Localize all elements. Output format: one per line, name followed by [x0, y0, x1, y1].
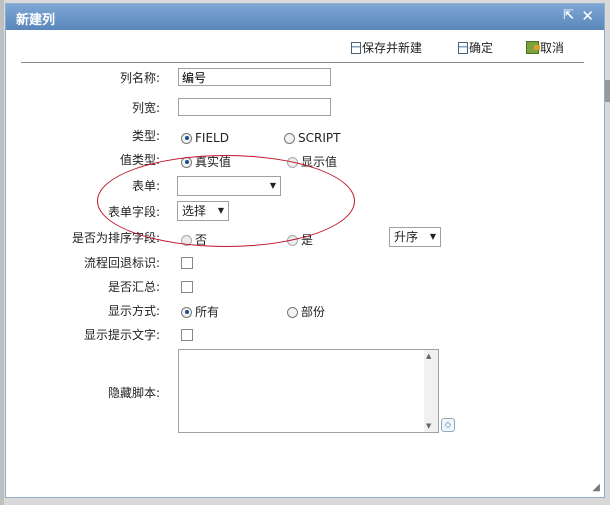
- form-label: 表单:: [131, 179, 160, 193]
- resize-grip-icon[interactable]: ◢: [592, 482, 600, 493]
- radio-button[interactable]: [284, 132, 295, 144]
- background-window-edge: [0, 0, 4, 505]
- scroll-down-icon[interactable]: ▼: [426, 422, 431, 430]
- toolbar-divider: [21, 62, 584, 63]
- type-option-field: FIELD: [195, 131, 229, 145]
- radio-button[interactable]: [181, 234, 192, 246]
- form-field-select-value: 选择: [182, 204, 207, 218]
- value-type-option-display: 显示值: [301, 155, 338, 169]
- column-width-label: 列宽:: [131, 101, 160, 115]
- value-type-radio-display[interactable]: 显示值: [287, 154, 337, 170]
- dialog-title: 新建列: [16, 13, 56, 28]
- dialog-titlebar[interactable]: 新建列 ⇱ ✕: [6, 4, 604, 30]
- form-field-select[interactable]: 选择 ▼: [177, 201, 229, 221]
- chevron-down-icon: ▼: [429, 232, 436, 241]
- save-icon: [458, 42, 468, 54]
- sort-option-no: 否: [195, 233, 208, 247]
- sort-field-label: 是否为排序字段:: [71, 231, 160, 245]
- hidden-script-textarea[interactable]: ▲ ▼: [178, 349, 439, 433]
- display-option-part: 部份: [301, 305, 326, 319]
- save-and-new-button[interactable]: 保存并新建: [351, 40, 422, 56]
- close-icon[interactable]: ✕: [581, 8, 594, 24]
- scroll-up-icon[interactable]: ▲: [426, 352, 431, 360]
- cancel-label: 取消: [540, 41, 565, 55]
- radio-button[interactable]: [287, 234, 298, 246]
- radio-button[interactable]: [181, 132, 192, 144]
- summary-checkbox[interactable]: [181, 281, 193, 293]
- flow-rollback-checkbox[interactable]: [181, 257, 193, 269]
- value-type-label: 值类型:: [119, 153, 160, 167]
- sort-order-select[interactable]: 升序 ▼: [389, 227, 441, 247]
- save-and-new-label: 保存并新建: [362, 41, 423, 55]
- radio-button[interactable]: [287, 156, 298, 168]
- summary-label: 是否汇总:: [107, 280, 160, 294]
- new-column-dialog: 新建列 ⇱ ✕ 保存并新建 确定 取消 列名称: 列宽: 类型: FIELD S…: [5, 3, 605, 498]
- show-tip-checkbox[interactable]: [181, 329, 193, 341]
- radio-button[interactable]: [287, 306, 298, 318]
- show-tip-label: 显示提示文字:: [83, 328, 160, 342]
- sort-order-value: 升序: [394, 230, 419, 244]
- radio-button[interactable]: [181, 156, 192, 168]
- chevron-down-icon: ▼: [269, 181, 276, 190]
- type-option-script: SCRIPT: [298, 131, 341, 145]
- flow-rollback-label: 流程回退标识:: [83, 256, 160, 270]
- display-radio-part[interactable]: 部份: [287, 304, 325, 320]
- display-mode-label: 显示方式:: [107, 304, 160, 318]
- form-field-label: 表单字段:: [107, 205, 160, 219]
- radio-button[interactable]: [181, 306, 192, 318]
- cancel-button[interactable]: 取消: [526, 40, 564, 56]
- type-radio-script[interactable]: SCRIPT: [284, 130, 340, 146]
- confirm-label: 确定: [469, 41, 494, 55]
- display-radio-all[interactable]: 所有: [181, 304, 219, 320]
- type-label: 类型:: [131, 129, 160, 143]
- type-radio-field[interactable]: FIELD: [181, 130, 229, 146]
- hidden-script-label: 隐藏脚本:: [107, 386, 160, 400]
- value-type-radio-real[interactable]: 真实值: [181, 154, 231, 170]
- chevron-down-icon: ▼: [217, 206, 224, 215]
- form-select[interactable]: ▼: [177, 176, 281, 196]
- column-name-label: 列名称:: [119, 71, 160, 85]
- sort-radio-yes[interactable]: 是: [287, 232, 313, 248]
- sort-option-yes: 是: [301, 233, 314, 247]
- confirm-button[interactable]: 确定: [458, 40, 493, 56]
- script-editor-icon[interactable]: ◇: [441, 418, 455, 432]
- popout-icon[interactable]: ⇱: [563, 8, 574, 24]
- column-name-input[interactable]: [178, 68, 331, 86]
- value-type-option-real: 真实值: [195, 155, 232, 169]
- cancel-icon: [526, 41, 540, 54]
- sort-radio-no[interactable]: 否: [181, 232, 207, 248]
- column-width-input[interactable]: [178, 98, 331, 116]
- save-icon: [351, 42, 361, 54]
- textarea-scrollbar[interactable]: ▲ ▼: [424, 350, 438, 432]
- display-option-all: 所有: [195, 305, 220, 319]
